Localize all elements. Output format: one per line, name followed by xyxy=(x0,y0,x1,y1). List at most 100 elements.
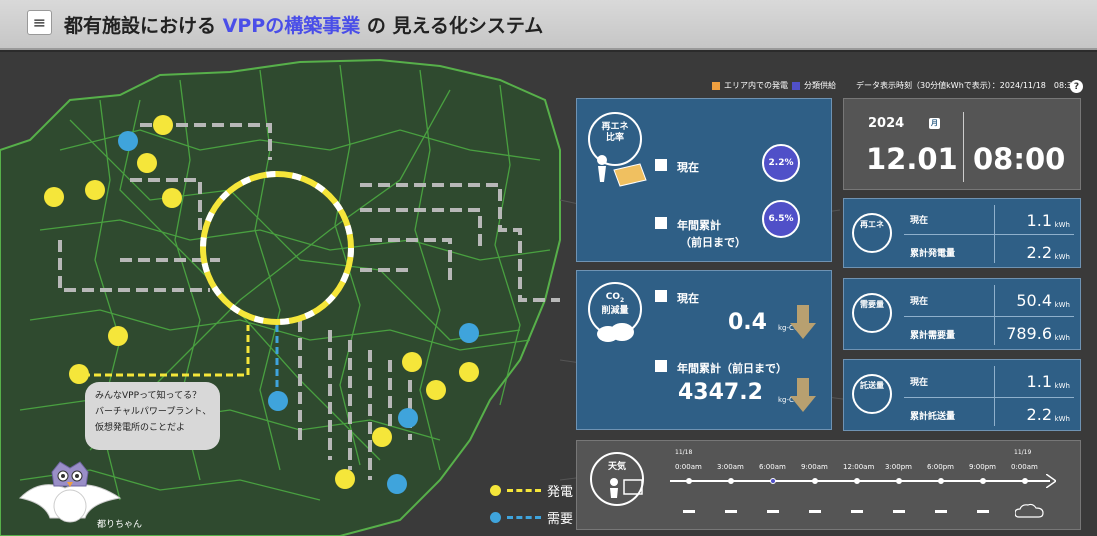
demand-row2-value: 789.6 xyxy=(1006,324,1052,343)
gen-separator xyxy=(904,234,1074,235)
split-supply-label: 分類供給 xyxy=(804,81,836,90)
title-part2: の 見える化システム xyxy=(366,15,544,37)
co2-circle-line2: 削減量 xyxy=(601,305,629,316)
generation-node[interactable] xyxy=(108,326,128,346)
generation-node[interactable] xyxy=(69,364,89,384)
generation-node[interactable] xyxy=(426,380,446,400)
renewable-circle-line2: 比率 xyxy=(605,133,624,143)
gen-row2-value: 2.2 xyxy=(1026,243,1052,262)
supply-vsep xyxy=(994,366,995,426)
timeline-value-placeholder xyxy=(725,510,737,513)
co2-annual-checkbox[interactable] xyxy=(655,360,667,372)
weather-person-icon xyxy=(610,478,643,498)
demand-node[interactable] xyxy=(459,323,479,343)
demand-vsep xyxy=(994,285,995,345)
legend-gen-label: 発電 xyxy=(547,485,574,500)
gen-dot-icon xyxy=(490,485,501,496)
timeline-value-placeholder xyxy=(851,510,863,513)
legend-area-gen: エリア内での発電 xyxy=(712,80,788,91)
gen-row1-value: 1.1 xyxy=(1026,211,1052,230)
date-year: 2024 xyxy=(868,116,905,131)
timeline-dot[interactable] xyxy=(980,478,986,484)
renewable-annual-sub: （前日まで） xyxy=(680,236,746,249)
demand-node[interactable] xyxy=(118,131,138,151)
legend-demand: 需要 xyxy=(490,508,573,527)
demand-node[interactable] xyxy=(387,474,407,494)
renewable-current-label: 現在 xyxy=(677,161,699,174)
demand-separator xyxy=(904,316,1074,317)
supply-panel: 託送量 現在 1.1 kWh 累計託送量 2.2 kWh xyxy=(843,359,1081,431)
current-checkbox[interactable] xyxy=(655,159,667,171)
help-icon[interactable]: ? xyxy=(1070,80,1083,93)
weekday-badge: 月 xyxy=(929,118,940,129)
renewable-annual-pct: 6.5% xyxy=(768,214,794,224)
cloud-weather-icon xyxy=(1015,503,1044,518)
mascot-name: 都りちゃん xyxy=(97,520,143,530)
gen-row2-label: 累計発電量 xyxy=(910,249,956,259)
generation-node[interactable] xyxy=(372,427,392,447)
generation-node[interactable] xyxy=(44,187,64,207)
generation-circle-label: 再エネ xyxy=(860,220,884,229)
timeline-time-label: 9:00pm xyxy=(969,463,996,471)
timeline-value-placeholder xyxy=(893,510,905,513)
demand-circle-label: 需要量 xyxy=(860,300,884,309)
menu-button[interactable]: ≡ xyxy=(27,10,52,35)
timeline-time-label: 6:00pm xyxy=(927,463,954,471)
demand-node[interactable] xyxy=(268,391,288,411)
timeline-value-placeholder xyxy=(977,510,989,513)
annual-checkbox[interactable] xyxy=(655,217,667,229)
area-color-icon xyxy=(712,81,720,90)
timeline-dot[interactable] xyxy=(938,478,944,484)
legend-demand-label: 需要 xyxy=(547,512,574,527)
generation-panel: 再エネ 現在 1.1 kWh 累計発電量 2.2 kWh xyxy=(843,198,1081,268)
gen-row1-label: 現在 xyxy=(910,216,929,226)
supply-row2-value: 2.2 xyxy=(1026,405,1052,424)
generation-node[interactable] xyxy=(137,153,157,173)
weather-panel xyxy=(576,440,1081,530)
date-divider xyxy=(963,112,964,182)
split-color-icon xyxy=(792,81,800,90)
timeline-dot[interactable] xyxy=(728,478,734,484)
timeline-time-label: 0:00am xyxy=(675,463,702,471)
speech-bubble: みんなVPPって知ってる？ バーチャルパワープラント、 仮想発電所のことだよ xyxy=(85,382,220,450)
demand-node[interactable] xyxy=(398,408,418,428)
supply-row2-label: 累計託送量 xyxy=(910,412,956,422)
supply-row1-label: 現在 xyxy=(910,378,929,388)
timeline-dot[interactable] xyxy=(770,478,776,484)
co2-current-value: 0.4 xyxy=(728,310,767,335)
legend-generation: 発電 xyxy=(490,481,573,500)
timeline-dot[interactable] xyxy=(686,478,692,484)
timeline-arrow-icon xyxy=(1046,474,1056,488)
timeline-dot[interactable] xyxy=(854,478,860,484)
demand-row2-unit: kWh xyxy=(1054,334,1070,342)
supply-row2-unit: kWh xyxy=(1054,415,1070,423)
timeline-value-placeholder xyxy=(809,510,821,513)
supply-circle-label: 託送量 xyxy=(860,381,884,390)
generation-node[interactable] xyxy=(85,180,105,200)
timeline-dot[interactable] xyxy=(1022,478,1028,484)
supply-row1-unit: kWh xyxy=(1054,382,1070,390)
timeline-date-end: 11/19 xyxy=(1014,449,1032,456)
timeline-dot[interactable] xyxy=(896,478,902,484)
renewable-current-pie: 2.2% xyxy=(762,144,800,182)
page-title: 都有施設における VPPの構築事業 の 見える化システム xyxy=(64,11,543,38)
generation-node[interactable] xyxy=(153,115,173,135)
cloud-icon xyxy=(597,323,634,342)
timeline-dot[interactable] xyxy=(812,478,818,484)
timeline-time-label: 12:00am xyxy=(843,463,875,471)
supply-row1-value: 1.1 xyxy=(1026,372,1052,391)
co2-current-checkbox[interactable] xyxy=(655,290,667,302)
solar-panel-icon xyxy=(597,155,647,187)
renewable-current-pct: 2.2% xyxy=(768,158,794,168)
generation-node[interactable] xyxy=(459,362,479,382)
generation-node[interactable] xyxy=(335,469,355,489)
co2-annual-label: 年間累計（前日まで） xyxy=(677,362,787,375)
down-arrow-icon xyxy=(790,305,816,339)
gen-dash-icon xyxy=(507,489,541,492)
bubble-line1: みんなVPPって知ってる？ xyxy=(95,391,202,401)
gen-vsep xyxy=(994,205,995,263)
generation-node[interactable] xyxy=(402,352,422,372)
supply-circle: 託送量 xyxy=(852,374,892,414)
generation-node[interactable] xyxy=(162,188,182,208)
hamburger-icon: ≡ xyxy=(32,12,47,32)
